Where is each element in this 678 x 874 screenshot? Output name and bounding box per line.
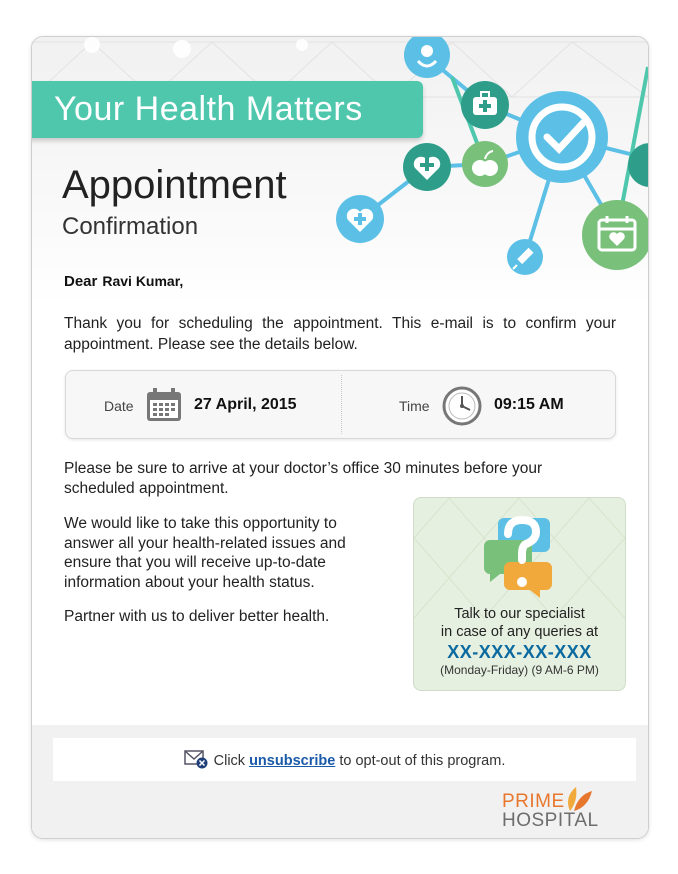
- time-label: Time: [399, 398, 430, 414]
- clock-icon: [442, 386, 482, 426]
- question-speech-icon: [484, 515, 552, 598]
- unsubscribe-text: Click unsubscribe to opt-out of this pro…: [53, 750, 636, 771]
- specialist-text: Talk to our specialist in case of any qu…: [414, 605, 625, 641]
- unsubscribe-prefix: Click: [213, 752, 246, 769]
- greeting-salutation: Dear: [64, 273, 98, 290]
- appointment-details: Date 27 April, 2015 Time 09:15 AM: [65, 370, 616, 439]
- specialist-line-1: Talk to our specialist: [454, 606, 585, 622]
- specialist-phone[interactable]: XX-XXX-XX-XXX: [414, 642, 625, 663]
- syringe-icon: [507, 239, 543, 275]
- leaf-logo-icon: [568, 787, 592, 811]
- specialist-hours: (Monday-Friday) (9 AM-6 PM): [440, 663, 599, 677]
- header-hero: Your Health Matters Appointment Confirma…: [32, 37, 648, 307]
- calendar-heart-icon: [582, 200, 648, 270]
- intro-paragraph: Thank you for scheduling the appointment…: [64, 315, 616, 353]
- page-title: Appointment: [62, 163, 287, 207]
- date-label: Date: [104, 398, 134, 414]
- page-subtitle: Confirmation: [62, 213, 199, 240]
- mail-close-icon: [183, 750, 208, 769]
- specialist-box: Talk to our specialist in case of any qu…: [413, 497, 626, 691]
- greeting-name: Ravi Kumar,: [102, 273, 184, 289]
- unsubscribe-suffix: to opt-out of this program.: [339, 752, 506, 769]
- date-value: 27 April, 2015: [194, 396, 297, 413]
- unsubscribe-link[interactable]: unsubscribe: [249, 753, 335, 769]
- logo-line-2: HOSPITAL: [502, 810, 599, 831]
- arrival-note: Please be sure to arrive at your doctor’…: [64, 460, 543, 497]
- first-aid-kit-icon: [461, 81, 509, 129]
- banner-your-health-matters: Your Health Matters: [32, 81, 423, 138]
- unsubscribe-bar: Click unsubscribe to opt-out of this pro…: [53, 738, 636, 781]
- calendar-icon: [147, 388, 181, 421]
- opportunity-paragraph: We would like to take this opportunity t…: [64, 515, 346, 591]
- specialist-line-2: in case of any queries at: [440, 624, 599, 640]
- apple-icon: [462, 141, 508, 187]
- heart-plus-icon: [336, 195, 384, 243]
- check-icon: [516, 91, 608, 183]
- email-card: Your Health Matters Appointment Confirma…: [31, 36, 649, 839]
- divider: [341, 375, 342, 434]
- time-value: 09:15 AM: [494, 396, 564, 413]
- partner-text: Partner with us to deliver better health…: [64, 608, 330, 625]
- medical-cross-icon: [403, 143, 451, 191]
- greeting: Dear Ravi Kumar,: [64, 273, 183, 290]
